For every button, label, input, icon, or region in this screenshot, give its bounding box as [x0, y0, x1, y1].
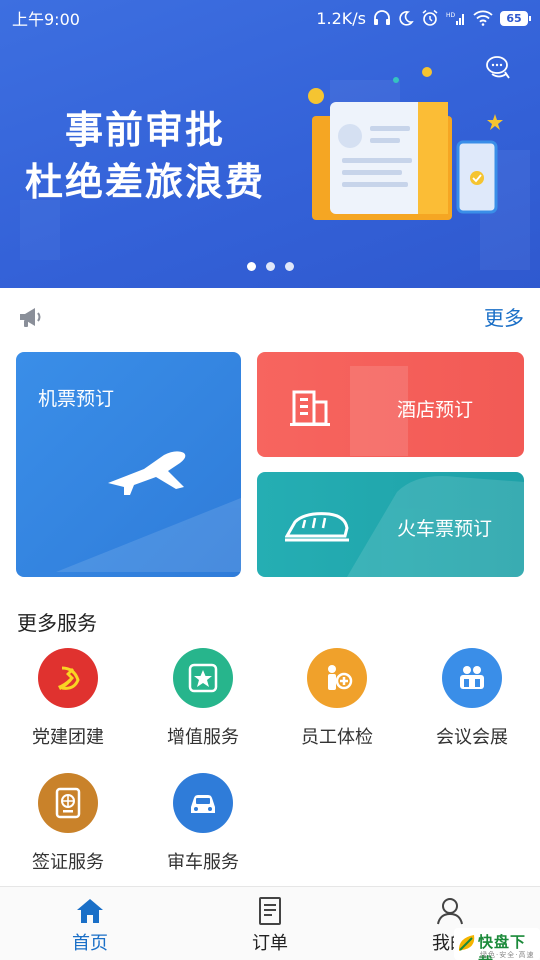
- tab-home[interactable]: 首页: [40, 895, 140, 955]
- party-emblem-icon: [38, 648, 98, 708]
- service-value-added[interactable]: 增值服务: [153, 648, 253, 749]
- service-label: 审车服务: [167, 852, 239, 873]
- hotel-building-icon: [290, 390, 330, 426]
- user-profile-icon: [437, 898, 463, 925]
- banner-decor: [20, 200, 60, 260]
- more-services-title: 更多服务: [17, 611, 97, 635]
- megaphone-icon: [20, 308, 41, 327]
- approval-document-illustration: [308, 67, 503, 220]
- status-time: 上午9:00: [12, 10, 80, 29]
- watermark-subtext: 绿色·安全·高速: [480, 951, 535, 959]
- document-list-icon: [259, 897, 281, 925]
- banner-title-line2: 杜绝差旅浪费: [24, 160, 265, 204]
- network-speed: 1.2K/s: [316, 8, 366, 28]
- promo-banner[interactable]: 上午9:00 1.2K/s HD 65 事前审批 杜绝差旅浪费: [0, 0, 540, 288]
- tab-orders-label: 订单: [252, 933, 288, 954]
- service-meeting-exhibition[interactable]: 会议会展: [422, 648, 522, 749]
- tab-orders[interactable]: 订单: [220, 895, 320, 955]
- home-icon: [77, 899, 103, 923]
- headphones-icon: [374, 10, 390, 25]
- more-announcements-link[interactable]: 更多: [484, 302, 524, 331]
- car-icon: [173, 773, 233, 833]
- svg-text:HD: HD: [446, 12, 456, 19]
- hotel-booking-card[interactable]: 酒店预订: [257, 352, 524, 457]
- passport-icon: [38, 773, 98, 833]
- airplane-icon: [108, 451, 186, 495]
- status-icons: 1.2K/s HD 65: [316, 8, 531, 28]
- service-visa[interactable]: 签证服务: [18, 773, 118, 874]
- leaf-logo-icon: [458, 935, 475, 951]
- pagination-dot[interactable]: [284, 262, 294, 271]
- service-health-check[interactable]: 员工体检: [287, 648, 387, 749]
- banner-title: 事前审批 杜绝差旅浪费: [0, 104, 290, 208]
- announcement-bar: 更多: [0, 298, 540, 338]
- star-badge-icon: [173, 648, 233, 708]
- moon-icon: [399, 11, 414, 26]
- battery-icon: 65: [500, 10, 531, 26]
- train-booking-card[interactable]: 火车票预订: [257, 472, 524, 577]
- signal-icon: HD: [446, 12, 464, 25]
- pagination-dot[interactable]: [246, 262, 256, 271]
- status-bar: 上午9:00 1.2K/s HD 65: [0, 0, 540, 36]
- banner-pagination[interactable]: [0, 262, 540, 271]
- service-party-building[interactable]: 党建团建: [18, 648, 118, 749]
- alarm-icon: [422, 9, 438, 26]
- service-label: 党建团建: [32, 727, 104, 748]
- hotel-booking-label: 酒店预订: [397, 399, 474, 421]
- tab-home-label: 首页: [72, 933, 108, 954]
- meeting-icon: [442, 648, 502, 708]
- service-label: 签证服务: [32, 852, 104, 873]
- banner-title-line1: 事前审批: [64, 108, 225, 152]
- wifi-icon: [473, 10, 493, 26]
- service-vehicle-inspection[interactable]: 审车服务: [153, 773, 253, 874]
- service-label: 增值服务: [167, 727, 239, 748]
- health-check-icon: [307, 648, 367, 708]
- pagination-dot[interactable]: [265, 262, 275, 271]
- flight-booking-card[interactable]: 机票预订: [16, 352, 241, 577]
- flight-booking-label: 机票预订: [38, 388, 115, 410]
- train-icon: [285, 512, 349, 542]
- download-site-watermark: 快盘下载 绿色·安全·高速: [454, 928, 540, 960]
- train-booking-label: 火车票预订: [397, 518, 493, 540]
- service-label: 会议会展: [436, 727, 508, 748]
- service-label: 员工体检: [301, 727, 373, 748]
